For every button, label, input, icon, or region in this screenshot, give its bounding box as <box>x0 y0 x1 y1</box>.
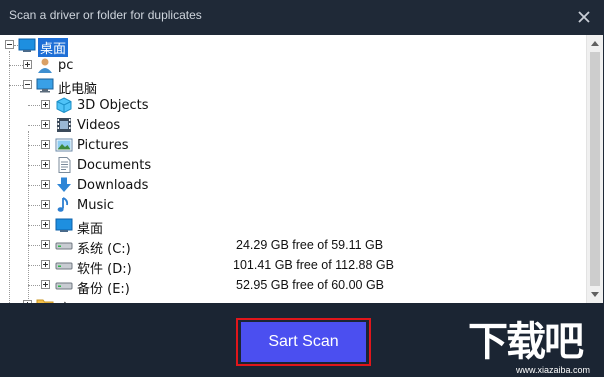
expand-toggle[interactable] <box>41 260 50 269</box>
videos-icon <box>57 118 71 132</box>
tree-item-drive-c[interactable]: 系统 (C:) 24.29 GB free of 59.11 GB <box>0 235 586 257</box>
drive-icon <box>55 282 73 290</box>
collapse-toggle[interactable] <box>5 40 14 49</box>
tree-item-desktop-root[interactable]: 桌面 <box>0 35 586 57</box>
tree-item-label: pc <box>58 58 74 73</box>
watermark-url: www.xiazaiba.com <box>516 365 591 375</box>
watermark-brand: 下载吧 <box>468 319 584 365</box>
expand-toggle[interactable] <box>41 180 50 189</box>
user-icon <box>38 58 52 73</box>
drive-free-space: 52.95 GB free of 60.00 GB <box>236 278 385 292</box>
3d-objects-icon <box>56 97 72 113</box>
tree-item-pictures[interactable]: Pictures <box>0 135 586 155</box>
expand-toggle[interactable] <box>41 100 50 109</box>
drive-icon <box>55 242 73 250</box>
vertical-scrollbar[interactable] <box>586 35 603 303</box>
close-icon[interactable] <box>577 10 591 24</box>
tree-item-label: Documents <box>77 158 152 173</box>
tree-item-user[interactable]: pc <box>0 55 586 75</box>
music-icon <box>57 197 69 212</box>
expand-toggle[interactable] <box>41 140 50 149</box>
expand-toggle[interactable] <box>23 60 32 69</box>
tree-item-desktop[interactable]: 桌面 <box>0 215 586 237</box>
tree-item-libraries[interactable]: 库 <box>0 295 586 303</box>
expand-toggle[interactable] <box>41 160 50 169</box>
scroll-down-arrow-icon[interactable] <box>591 292 599 297</box>
tree-item-label: Music <box>77 198 114 213</box>
dialog-titlebar: Scan a driver or folder for duplicates <box>0 0 604 34</box>
tree-item-label: Downloads <box>77 178 149 193</box>
tree-item-this-pc[interactable]: 此电脑 <box>0 75 586 97</box>
tree-item-downloads[interactable]: Downloads <box>0 175 586 195</box>
watermark-logo: 下载吧 www.xiazaiba.com <box>468 320 604 377</box>
tree-item-videos[interactable]: Videos <box>0 115 586 135</box>
desktop-icon <box>18 38 36 52</box>
tree-item-drive-e[interactable]: 备份 (E:) 52.95 GB free of 60.00 GB <box>0 275 586 297</box>
expand-toggle[interactable] <box>41 120 50 129</box>
dialog-title: Scan a driver or folder for duplicates <box>9 8 202 22</box>
downloads-icon <box>57 177 71 192</box>
collapse-toggle[interactable] <box>23 80 32 89</box>
start-scan-button[interactable]: Sart Scan <box>241 322 366 362</box>
expand-toggle[interactable] <box>41 200 50 209</box>
scan-dialog: Scan a driver or folder for duplicates 桌… <box>0 0 604 377</box>
tree-item-label: 3D Objects <box>77 98 149 113</box>
pictures-icon <box>55 138 73 152</box>
expand-toggle[interactable] <box>41 220 50 229</box>
drive-free-space: 24.29 GB free of 59.11 GB <box>236 238 384 252</box>
desktop-icon <box>55 218 73 232</box>
drive-icon <box>55 262 73 270</box>
tree-item-label: Pictures <box>77 138 129 153</box>
scroll-up-arrow-icon[interactable] <box>591 41 599 46</box>
tree-item-music[interactable]: Music <box>0 195 586 215</box>
tree-item-label: Videos <box>77 118 121 133</box>
tree-item-documents[interactable]: Documents <box>0 155 586 175</box>
tree-item-3d-objects[interactable]: 3D Objects <box>0 95 586 115</box>
scrollbar-thumb[interactable] <box>590 52 600 286</box>
folder-tree[interactable]: 桌面 pc 此电脑 3D Objects Videos Pictures Doc… <box>0 35 603 303</box>
folder-tree-content: 桌面 pc 此电脑 3D Objects Videos Pictures Doc… <box>0 35 586 303</box>
drive-free-space: 101.41 GB free of 112.88 GB <box>233 258 394 272</box>
expand-toggle[interactable] <box>41 280 50 289</box>
documents-icon <box>58 157 71 173</box>
tree-item-drive-d[interactable]: 软件 (D:) 101.41 GB free of 112.88 GB <box>0 255 586 277</box>
expand-toggle[interactable] <box>41 240 50 249</box>
computer-icon <box>36 78 54 93</box>
